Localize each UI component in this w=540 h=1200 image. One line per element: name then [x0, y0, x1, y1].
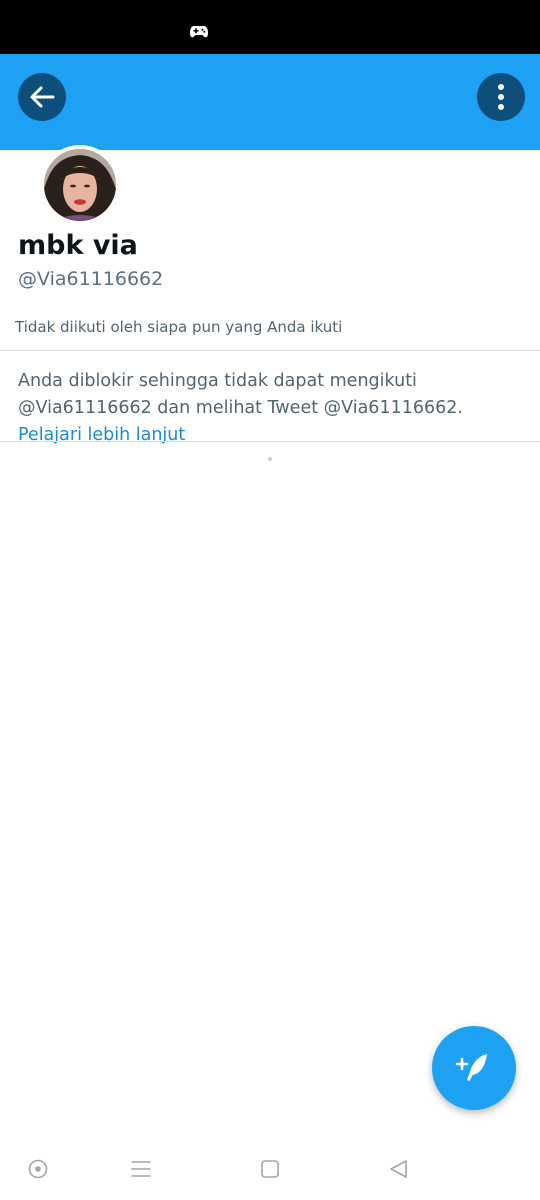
divider [0, 441, 540, 442]
more-vertical-icon [498, 84, 504, 110]
arrow-left-icon [30, 86, 55, 108]
learn-more-link[interactable]: Pelajari lebih lanjut [18, 425, 185, 445]
profile-handle: @Via61116662 [18, 268, 164, 290]
avatar-image [44, 149, 116, 221]
system-navigation-bar [0, 1140, 540, 1200]
blocked-message: Anda diblokir sehingga tidak dapat mengi… [18, 371, 463, 418]
back-triangle-icon [390, 1160, 407, 1178]
home-button[interactable] [257, 1156, 283, 1182]
system-back-button[interactable] [385, 1156, 411, 1182]
compose-tweet-button[interactable] [432, 1026, 516, 1110]
gamepad-icon [190, 26, 208, 38]
back-button[interactable] [18, 73, 66, 121]
assistant-button[interactable] [25, 1156, 51, 1182]
home-square-icon [261, 1160, 279, 1178]
followers-you-follow-note[interactable]: Tidak diikuti oleh siapa pun yang Anda i… [15, 318, 342, 336]
recents-menu-icon [131, 1161, 151, 1177]
divider [0, 350, 540, 351]
avatar[interactable] [40, 145, 120, 225]
profile-name: mbk via [18, 230, 138, 261]
more-options-button[interactable] [477, 73, 525, 121]
compose-tweet-icon [455, 1054, 487, 1081]
loading-indicator [268, 457, 272, 461]
recents-button[interactable] [128, 1156, 154, 1182]
profile-header [0, 54, 540, 150]
assistant-dot-icon [28, 1159, 48, 1179]
status-bar [0, 0, 540, 54]
blocked-notice: Anda diblokir sehingga tidak dapat mengi… [18, 368, 528, 449]
